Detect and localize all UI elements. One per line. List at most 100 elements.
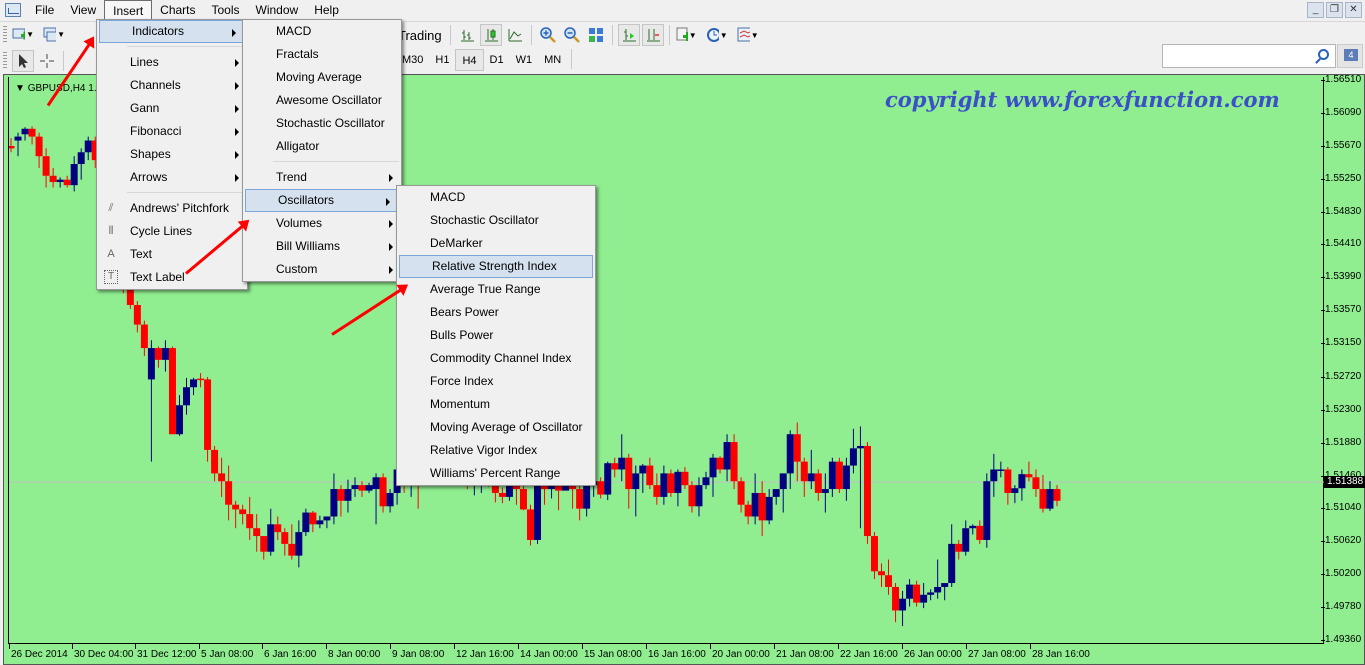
- menu-tools[interactable]: Tools: [204, 0, 248, 20]
- oscillators-item-bears-power[interactable]: Bears Power: [397, 301, 595, 324]
- time-tick-label: 5 Jan 08:00: [198, 644, 254, 660]
- zoom-in-button[interactable]: [537, 24, 559, 46]
- crosshair-button[interactable]: [36, 50, 58, 72]
- menu-charts[interactable]: Charts: [152, 0, 203, 20]
- cursor-button[interactable]: [12, 49, 34, 72]
- insert-item-gann[interactable]: Gann: [97, 97, 247, 120]
- candle: [351, 477, 359, 497]
- candle-body: [218, 473, 226, 482]
- insert-item-arrows[interactable]: Arrows: [97, 166, 247, 189]
- candle-body: [365, 485, 373, 491]
- time-tick-label: 12 Jan 16:00: [454, 644, 514, 660]
- toolbar-grip[interactable]: [3, 51, 7, 70]
- price-tick-label: 1.51880: [1320, 436, 1362, 448]
- candle: [646, 457, 654, 490]
- cycle-lines-icon: ⦀: [108, 225, 114, 237]
- profiles-button[interactable]: ▼: [43, 24, 65, 46]
- indicators-item-moving-average[interactable]: Moving Average: [243, 66, 401, 89]
- indicators-button[interactable]: ▼: [675, 24, 697, 46]
- insert-item-text-label[interactable]: T Text Label: [97, 266, 247, 289]
- candle: [1004, 467, 1012, 505]
- indicators-item-volumes[interactable]: Volumes: [243, 212, 401, 235]
- candle: [183, 377, 191, 415]
- candle: [204, 377, 212, 462]
- candle-body: [161, 348, 169, 360]
- indicators-item-fractals[interactable]: Fractals: [243, 43, 401, 66]
- menu-item-label: Fibonacci: [130, 124, 182, 138]
- candle-body: [667, 473, 675, 493]
- oscillators-item-relative-vigor-index[interactable]: Relative Vigor Index: [397, 439, 595, 462]
- oscillators-item-momentum[interactable]: Momentum: [397, 393, 595, 416]
- timeframe-h1[interactable]: H1: [429, 49, 455, 71]
- menu-help[interactable]: Help: [306, 0, 347, 20]
- dropdown-arrow-icon: ▼: [57, 30, 65, 39]
- indicators-icon: [676, 27, 688, 41]
- templates-button[interactable]: ▼: [737, 24, 759, 46]
- insert-item-indicators[interactable]: Indicators: [99, 20, 245, 43]
- timeframe-mn[interactable]: MN: [538, 49, 567, 71]
- time-tick-label: 15 Jan 08:00: [582, 644, 642, 660]
- zoom-out-button[interactable]: [561, 24, 583, 46]
- minimize-button[interactable]: _: [1307, 2, 1324, 18]
- insert-item-text[interactable]: A Text: [97, 243, 247, 266]
- candle: [260, 536, 268, 560]
- oscillators-item-moving-average-of-oscillator[interactable]: Moving Average of Oscillator: [397, 416, 595, 439]
- new-chart-button[interactable]: ▼: [12, 24, 34, 46]
- candle: [751, 473, 759, 525]
- indicators-item-alligator[interactable]: Alligator: [243, 135, 401, 158]
- menu-item-label: Channels: [130, 78, 181, 92]
- autotrading-label[interactable]: Trading: [398, 28, 442, 43]
- candle-body: [779, 473, 787, 490]
- oscillators-item-demarker[interactable]: DeMarker: [397, 232, 595, 255]
- oscillators-item-stochastic-oscillator[interactable]: Stochastic Oscillator: [397, 209, 595, 232]
- candlestick-button[interactable]: [479, 24, 502, 46]
- bar-chart-button[interactable]: [456, 24, 478, 46]
- menu-insert[interactable]: Insert: [104, 0, 153, 20]
- tile-windows-button[interactable]: [585, 24, 607, 46]
- insert-item-shapes[interactable]: Shapes: [97, 143, 247, 166]
- oscillators-item-average-true-range[interactable]: Average True Range: [397, 278, 595, 301]
- toolbar-grip[interactable]: [3, 25, 7, 44]
- insert-item-channels[interactable]: Channels: [97, 74, 247, 97]
- oscillators-item-macd[interactable]: MACD: [397, 186, 595, 209]
- candle-body: [1039, 489, 1047, 509]
- indicators-item-awesome-oscillator[interactable]: Awesome Oscillator: [243, 89, 401, 112]
- time-tick-label: 27 Jan 08:00: [966, 644, 1026, 660]
- menu-file[interactable]: File: [27, 0, 62, 20]
- line-chart-button[interactable]: [504, 24, 526, 46]
- insert-item-fibonacci[interactable]: Fibonacci: [97, 120, 247, 143]
- oscillators-item-commodity-channel-index[interactable]: Commodity Channel Index: [397, 347, 595, 370]
- periods-button[interactable]: ▼: [706, 24, 728, 46]
- indicators-item-trend[interactable]: Trend: [243, 166, 401, 189]
- indicators-item-macd[interactable]: MACD: [243, 20, 401, 43]
- collapse-triangle-icon[interactable]: ▼: [15, 83, 25, 94]
- candle: [653, 473, 661, 505]
- indicators-item-custom[interactable]: Custom: [243, 258, 401, 281]
- candle-body: [849, 448, 857, 466]
- menu-item-label: Force Index: [430, 374, 494, 388]
- oscillators-item-williams-percent-range[interactable]: Williams' Percent Range: [397, 462, 595, 485]
- candle: [899, 590, 907, 627]
- chart-shift-button[interactable]: [641, 24, 664, 46]
- insert-item-lines[interactable]: Lines: [97, 51, 247, 74]
- oscillators-item-relative-strength-index[interactable]: Relative Strength Index: [399, 255, 593, 278]
- candle-body: [814, 473, 822, 493]
- timeframe-h4[interactable]: H4: [455, 49, 484, 71]
- insert-item-andrews-pitchfork[interactable]: ⫽ Andrews' Pitchfork: [97, 197, 247, 220]
- restore-button[interactable]: ❐: [1326, 2, 1343, 18]
- oscillators-item-force-index[interactable]: Force Index: [397, 370, 595, 393]
- candle: [997, 461, 1005, 478]
- indicators-item-stochastic-oscillator[interactable]: Stochastic Oscillator: [243, 112, 401, 135]
- menu-view[interactable]: View: [62, 0, 104, 20]
- close-button[interactable]: ✕: [1345, 2, 1362, 18]
- indicators-item-bill-williams[interactable]: Bill Williams: [243, 235, 401, 258]
- oscillators-item-bulls-power[interactable]: Bulls Power: [397, 324, 595, 347]
- timeframe-d1[interactable]: D1: [484, 49, 510, 71]
- candle-body: [639, 465, 647, 474]
- candle-body: [969, 525, 977, 529]
- indicators-item-oscillators[interactable]: Oscillators: [245, 189, 399, 212]
- time-tick-label: 9 Jan 08:00: [389, 644, 445, 660]
- auto-scroll-button[interactable]: [617, 24, 640, 46]
- menu-window[interactable]: Window: [248, 0, 307, 20]
- timeframe-w1[interactable]: W1: [510, 49, 539, 71]
